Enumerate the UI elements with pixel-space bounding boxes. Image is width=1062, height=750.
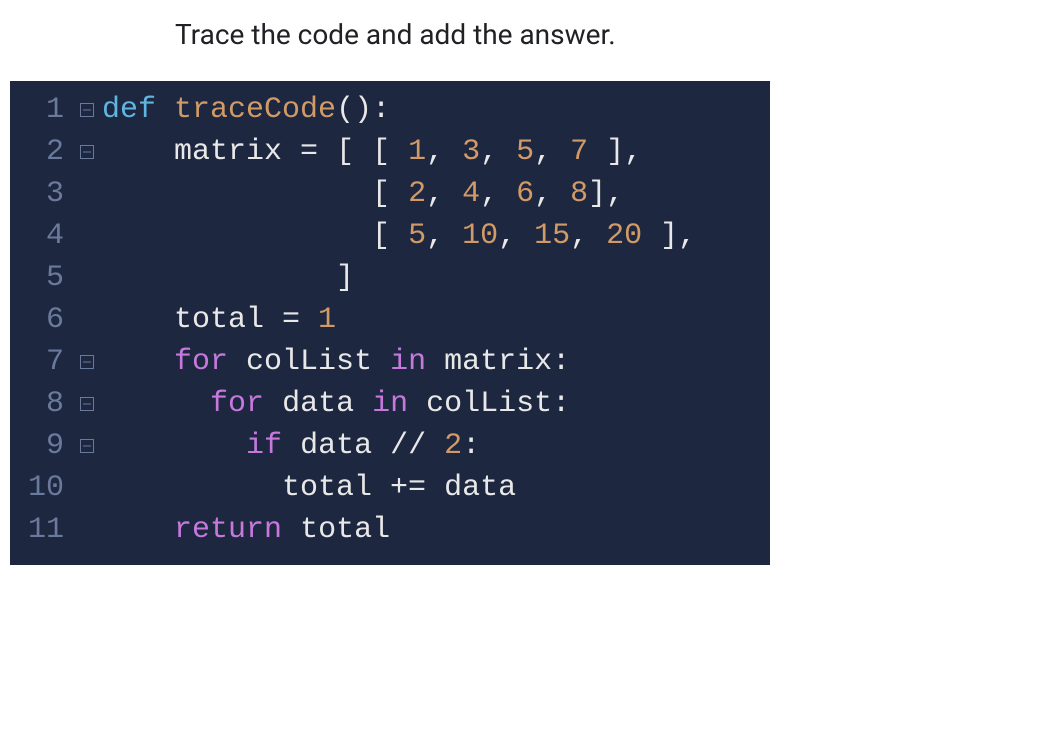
code-content: [ 5, 10, 15, 20 ],	[102, 215, 696, 257]
fold-gutter[interactable]	[72, 145, 102, 159]
fold-gutter[interactable]	[72, 397, 102, 411]
instruction-text: Trace the code and add the answer.	[0, 0, 1062, 81]
line-number: 11	[10, 509, 72, 551]
code-line: 8 for data in colList:	[10, 383, 770, 425]
line-number: 2	[10, 131, 72, 173]
line-number: 8	[10, 383, 72, 425]
code-content: def traceCode():	[102, 89, 390, 131]
code-line: 6 total = 1	[10, 299, 770, 341]
fold-gutter[interactable]	[72, 103, 102, 117]
line-number: 3	[10, 173, 72, 215]
fold-minus-icon	[80, 145, 94, 159]
code-content: if data // 2:	[102, 425, 480, 467]
line-number: 1	[10, 89, 72, 131]
code-content: matrix = [ [ 1, 3, 5, 7 ],	[102, 131, 642, 173]
line-number: 9	[10, 425, 72, 467]
code-line: 11 return total	[10, 509, 770, 551]
fold-minus-icon	[80, 439, 94, 453]
fold-minus-icon	[80, 103, 94, 117]
code-content: for data in colList:	[102, 383, 570, 425]
line-number: 4	[10, 215, 72, 257]
code-content: for colList in matrix:	[102, 341, 570, 383]
line-number: 6	[10, 299, 72, 341]
code-content: [ 2, 4, 6, 8],	[102, 173, 624, 215]
code-editor: 1 def traceCode(): 2 matrix = [ [ 1, 3, …	[10, 81, 770, 565]
fold-minus-icon	[80, 397, 94, 411]
code-content: return total	[102, 509, 390, 551]
code-line: 1 def traceCode():	[10, 89, 770, 131]
code-line: 9 if data // 2:	[10, 425, 770, 467]
code-line: 4 [ 5, 10, 15, 20 ],	[10, 215, 770, 257]
line-number: 5	[10, 257, 72, 299]
code-content: total = 1	[102, 299, 336, 341]
fold-gutter[interactable]	[72, 355, 102, 369]
fold-minus-icon	[80, 355, 94, 369]
code-line: 5 ]	[10, 257, 770, 299]
code-line: 3 [ 2, 4, 6, 8],	[10, 173, 770, 215]
code-content: total += data	[102, 467, 516, 509]
line-number: 7	[10, 341, 72, 383]
code-content: ]	[102, 257, 354, 299]
line-number: 10	[10, 467, 72, 509]
code-line: 10 total += data	[10, 467, 770, 509]
code-line: 7 for colList in matrix:	[10, 341, 770, 383]
code-line: 2 matrix = [ [ 1, 3, 5, 7 ],	[10, 131, 770, 173]
fold-gutter[interactable]	[72, 439, 102, 453]
